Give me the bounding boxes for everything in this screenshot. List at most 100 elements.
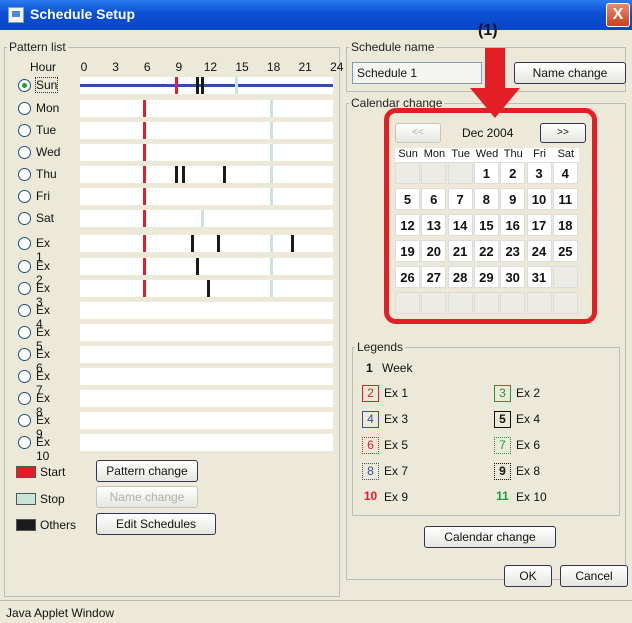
- callout-label: (1): [478, 22, 498, 39]
- legend-number: 6: [362, 437, 379, 454]
- legends-legend: Legends: [357, 340, 404, 354]
- others-mark: [174, 166, 178, 183]
- pattern-timeline[interactable]: [80, 100, 333, 117]
- pattern-timeline[interactable]: [80, 77, 333, 94]
- others-mark: [182, 166, 186, 183]
- pattern-timeline[interactable]: [80, 122, 333, 139]
- pattern-radio[interactable]: [18, 146, 31, 159]
- week-legend-num: 1: [366, 361, 373, 375]
- pattern-radio[interactable]: [18, 348, 31, 361]
- pattern-row-label: Tue: [36, 123, 57, 137]
- hour-label: Hour: [30, 60, 57, 74]
- schedule-setup-window: Schedule Setup X Pattern list Hour 0 3 6 9 1…: [0, 0, 632, 623]
- start-mark: [143, 144, 147, 161]
- pattern-radio[interactable]: [18, 414, 31, 427]
- callout-highlight-frame: [384, 108, 597, 324]
- legend-label: Ex 1: [384, 386, 409, 400]
- others-mark: [290, 235, 294, 252]
- legend-label: Ex 8: [516, 464, 541, 478]
- pattern-radio[interactable]: [18, 168, 31, 181]
- legend-number: 11: [496, 489, 509, 503]
- others-mark: [190, 235, 194, 252]
- pattern-timeline[interactable]: [80, 210, 333, 227]
- legend-number: 8: [362, 463, 379, 480]
- legend-label: Ex 6: [516, 438, 541, 452]
- stop-mark: [269, 258, 273, 275]
- others-mark: [217, 235, 221, 252]
- pattern-timeline[interactable]: [80, 434, 333, 451]
- start-mark: [174, 77, 178, 94]
- start-legend-label: Start: [40, 465, 66, 479]
- pattern-change-button[interactable]: Pattern change: [96, 460, 198, 482]
- pattern-row-label: Fri: [36, 189, 50, 203]
- start-mark: [143, 100, 147, 117]
- pattern-timeline[interactable]: [80, 188, 333, 205]
- pattern-timeline[interactable]: [80, 258, 333, 275]
- pattern-radio[interactable]: [18, 260, 31, 273]
- pattern-timeline[interactable]: [80, 166, 333, 183]
- hour-tick: 9: [175, 60, 183, 74]
- pattern-radio[interactable]: [18, 392, 31, 405]
- pattern-timeline[interactable]: [80, 280, 333, 297]
- pattern-list-legend: Pattern list: [9, 40, 66, 54]
- hour-tick: 21: [298, 60, 312, 74]
- pattern-radio[interactable]: [18, 190, 31, 203]
- others-mark: [195, 77, 199, 94]
- pattern-row-label: Sat: [36, 211, 55, 225]
- stop-mark: [269, 188, 273, 205]
- legend-number: 9: [494, 463, 511, 480]
- pattern-radio[interactable]: [18, 102, 31, 115]
- pattern-timeline[interactable]: [80, 235, 333, 252]
- pattern-radio[interactable]: [18, 326, 31, 339]
- pattern-radio[interactable]: [18, 304, 31, 317]
- start-mark: [143, 258, 147, 275]
- window-title: Schedule Setup: [30, 6, 136, 22]
- legend-label: Ex 4: [516, 412, 541, 426]
- pattern-timeline[interactable]: [80, 368, 333, 385]
- pattern-timeline[interactable]: [80, 346, 333, 363]
- start-mark: [143, 210, 147, 227]
- edit-schedules-button[interactable]: Edit Schedules: [96, 513, 216, 535]
- pattern-radio[interactable]: [18, 124, 31, 137]
- schedule-name-change-button[interactable]: Name change: [514, 62, 626, 84]
- pattern-timeline[interactable]: [80, 412, 333, 429]
- legend-label: Ex 7: [384, 464, 409, 478]
- pattern-name-change-button[interactable]: Name change: [96, 486, 198, 508]
- pattern-radio[interactable]: [18, 370, 31, 383]
- app-icon: [8, 7, 24, 23]
- hour-tick: 6: [143, 60, 151, 74]
- start-mark: [143, 166, 147, 183]
- legend-label: Ex 3: [384, 412, 409, 426]
- sun-schedule-line: [80, 84, 333, 87]
- close-button[interactable]: X: [606, 3, 630, 27]
- start-swatch: [16, 466, 36, 478]
- legend-label: Ex 9: [384, 490, 409, 504]
- pattern-row-label: Ex 10: [36, 435, 51, 463]
- start-mark: [143, 122, 147, 139]
- others-mark: [201, 77, 205, 94]
- status-text: Java Applet Window: [6, 606, 115, 620]
- others-mark: [223, 166, 227, 183]
- schedule-name-field[interactable]: Schedule 1: [352, 62, 482, 84]
- pattern-timeline[interactable]: [80, 302, 333, 319]
- legend-label: Ex 10: [516, 490, 547, 504]
- stop-mark: [269, 100, 273, 117]
- legend-label: Ex 5: [384, 438, 409, 452]
- pattern-timeline[interactable]: [80, 324, 333, 341]
- pattern-timeline[interactable]: [80, 390, 333, 407]
- others-legend-label: Others: [40, 518, 77, 532]
- pattern-radio[interactable]: [18, 282, 31, 295]
- calendar-change-button[interactable]: Calendar change: [424, 526, 556, 548]
- pattern-radio[interactable]: [18, 212, 31, 225]
- others-mark: [206, 280, 210, 297]
- ok-button[interactable]: OK: [504, 565, 552, 587]
- pattern-radio[interactable]: [18, 436, 31, 449]
- pattern-timeline[interactable]: [80, 144, 333, 161]
- pattern-radio[interactable]: [18, 79, 31, 92]
- pattern-row-label: Wed: [36, 145, 61, 159]
- legend-number: 10: [363, 489, 378, 503]
- start-mark: [143, 188, 147, 205]
- cancel-button[interactable]: Cancel: [560, 565, 628, 587]
- start-mark: [143, 280, 147, 297]
- pattern-radio[interactable]: [18, 237, 31, 250]
